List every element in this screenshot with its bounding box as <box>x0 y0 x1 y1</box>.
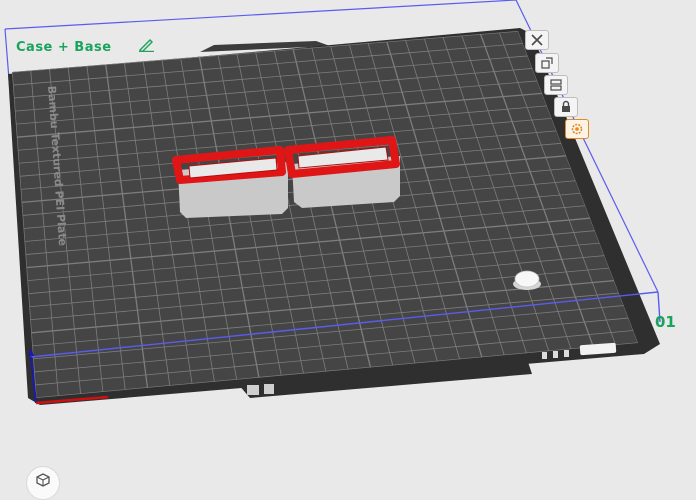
auto-orient-button[interactable] <box>535 53 559 73</box>
arrange-button[interactable] <box>544 75 568 95</box>
lock-icon <box>562 100 570 112</box>
close-icon <box>531 34 543 46</box>
plate-name[interactable]: Case + Base <box>16 40 112 55</box>
arrange-icon <box>550 79 562 91</box>
edit-icon[interactable] <box>137 38 155 52</box>
view-button[interactable] <box>26 466 60 500</box>
settings-icon <box>571 123 583 135</box>
auto-orient-icon <box>541 57 553 69</box>
plate-settings-button[interactable] <box>565 119 589 139</box>
lock-plate-button[interactable] <box>554 97 578 117</box>
small-object[interactable] <box>513 270 541 290</box>
cube-view-icon <box>36 473 50 487</box>
3d-viewport[interactable]: Bambu Textured PEI Plate <box>0 0 696 485</box>
plate-number: 01 <box>655 313 676 331</box>
close-plate-button[interactable] <box>525 30 549 50</box>
